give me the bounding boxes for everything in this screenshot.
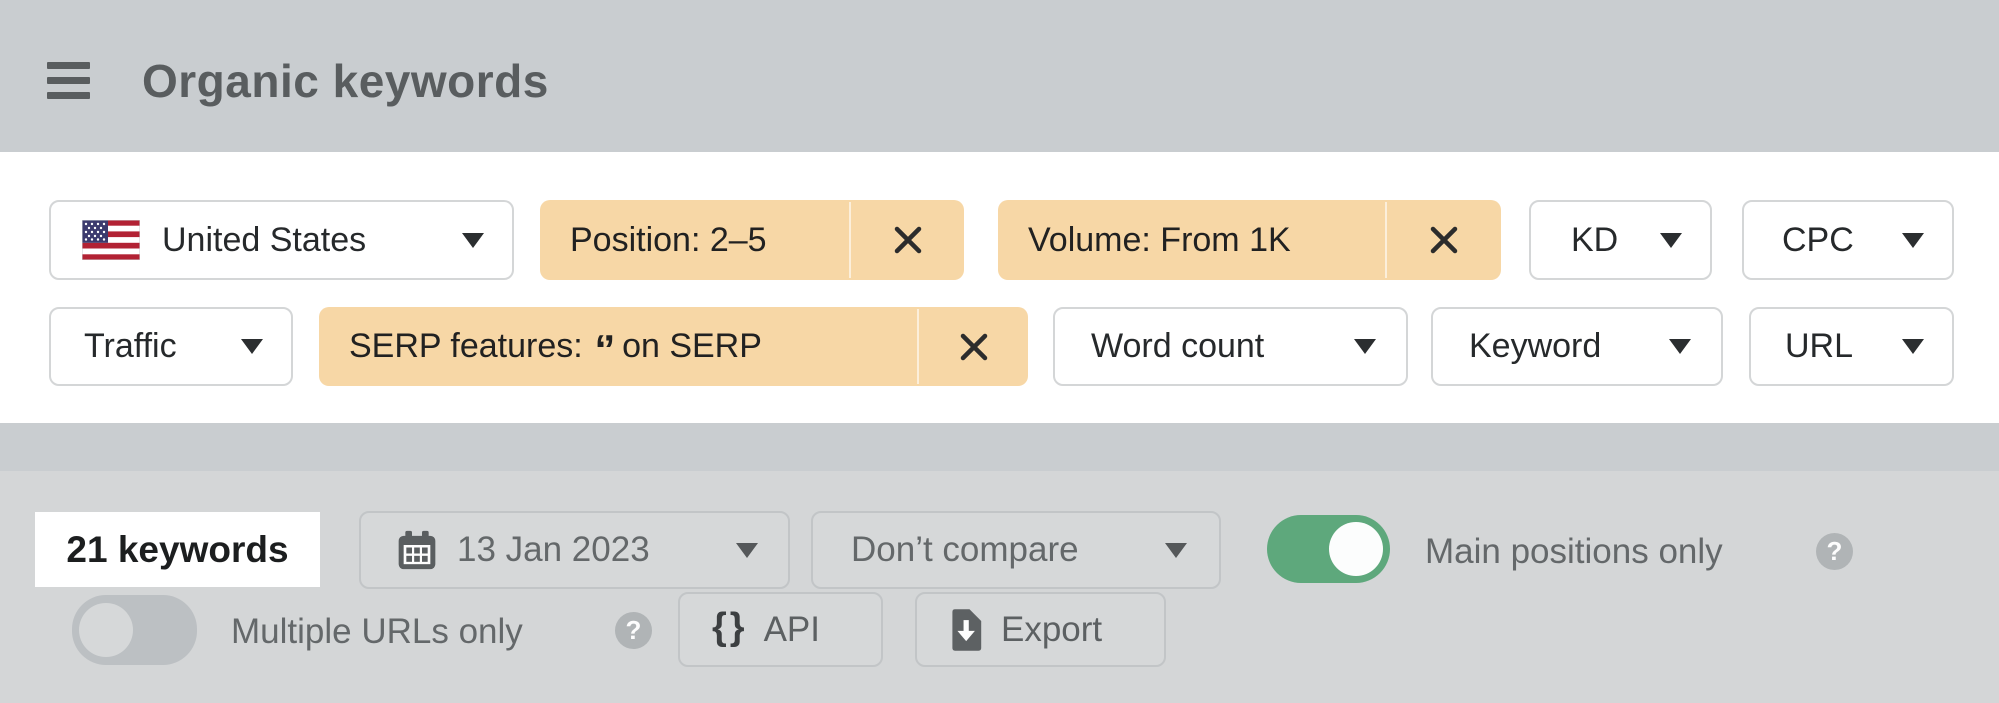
braces-icon: {} <box>712 606 748 649</box>
main-positions-label: Main positions only <box>1425 532 1723 572</box>
api-button-label: API <box>764 610 820 650</box>
serp-features-filter-close-icon[interactable] <box>919 307 1028 386</box>
quote-icon: ‘’ <box>595 326 612 374</box>
position-filter-close-icon[interactable] <box>851 200 964 280</box>
kd-filter-label: KD <box>1571 221 1618 260</box>
chevron-down-icon <box>1902 339 1924 354</box>
api-button[interactable]: {} API <box>678 592 883 667</box>
calendar-icon <box>397 529 437 571</box>
url-filter-button[interactable]: URL <box>1749 307 1954 386</box>
toggle-knob <box>1329 522 1383 576</box>
help-icon[interactable]: ? <box>1816 533 1853 570</box>
keyword-filter-button[interactable]: Keyword <box>1431 307 1723 386</box>
date-picker-button[interactable]: 13 Jan 2023 <box>359 511 790 589</box>
export-button-label: Export <box>1001 610 1102 650</box>
date-label: 13 Jan 2023 <box>457 530 650 570</box>
page-title: Organic keywords <box>142 54 549 108</box>
us-flag-icon <box>82 220 140 260</box>
divider-band <box>0 423 1999 471</box>
keyword-filter-label: Keyword <box>1469 327 1601 366</box>
position-filter-label: Position: 2–5 <box>540 200 849 280</box>
traffic-filter-button[interactable]: Traffic <box>49 307 293 386</box>
compare-mode-label: Don’t compare <box>851 530 1079 570</box>
main-positions-toggle[interactable] <box>1267 515 1390 583</box>
serp-features-filter-label: SERP features: ‘’ on SERP <box>319 307 917 386</box>
top-header: Organic keywords <box>0 0 1999 152</box>
kd-filter-button[interactable]: KD <box>1529 200 1712 280</box>
url-filter-label: URL <box>1785 327 1853 366</box>
keywords-count-badge: 21 keywords <box>35 512 320 587</box>
serp-features-filter-chip[interactable]: SERP features: ‘’ on SERP <box>319 307 1028 386</box>
multiple-urls-label: Multiple URLs only <box>231 612 523 652</box>
multiple-urls-toggle[interactable] <box>72 595 197 665</box>
word-count-filter-button[interactable]: Word count <box>1053 307 1408 386</box>
chevron-down-icon <box>736 543 758 558</box>
word-count-filter-label: Word count <box>1091 327 1264 366</box>
compare-mode-button[interactable]: Don’t compare <box>811 511 1221 589</box>
chevron-down-icon <box>462 233 484 248</box>
cpc-filter-button[interactable]: CPC <box>1742 200 1954 280</box>
chevron-down-icon <box>1660 233 1682 248</box>
chevron-down-icon <box>1165 543 1187 558</box>
country-filter-button[interactable]: United States <box>49 200 514 280</box>
hamburger-menu-icon[interactable] <box>47 62 90 99</box>
country-filter-label: United States <box>162 221 366 260</box>
volume-filter-label: Volume: From 1K <box>998 200 1385 280</box>
export-button[interactable]: Export <box>915 592 1166 667</box>
volume-filter-close-icon[interactable] <box>1387 200 1501 280</box>
chevron-down-icon <box>1902 233 1924 248</box>
help-icon[interactable]: ? <box>615 612 652 649</box>
chevron-down-icon <box>241 339 263 354</box>
volume-filter-chip[interactable]: Volume: From 1K <box>998 200 1501 280</box>
cpc-filter-label: CPC <box>1782 221 1854 260</box>
chevron-down-icon <box>1354 339 1376 354</box>
download-icon <box>947 608 983 652</box>
chevron-down-icon <box>1669 339 1691 354</box>
position-filter-chip[interactable]: Position: 2–5 <box>540 200 964 280</box>
traffic-filter-label: Traffic <box>84 327 177 366</box>
toggle-knob <box>79 603 133 657</box>
